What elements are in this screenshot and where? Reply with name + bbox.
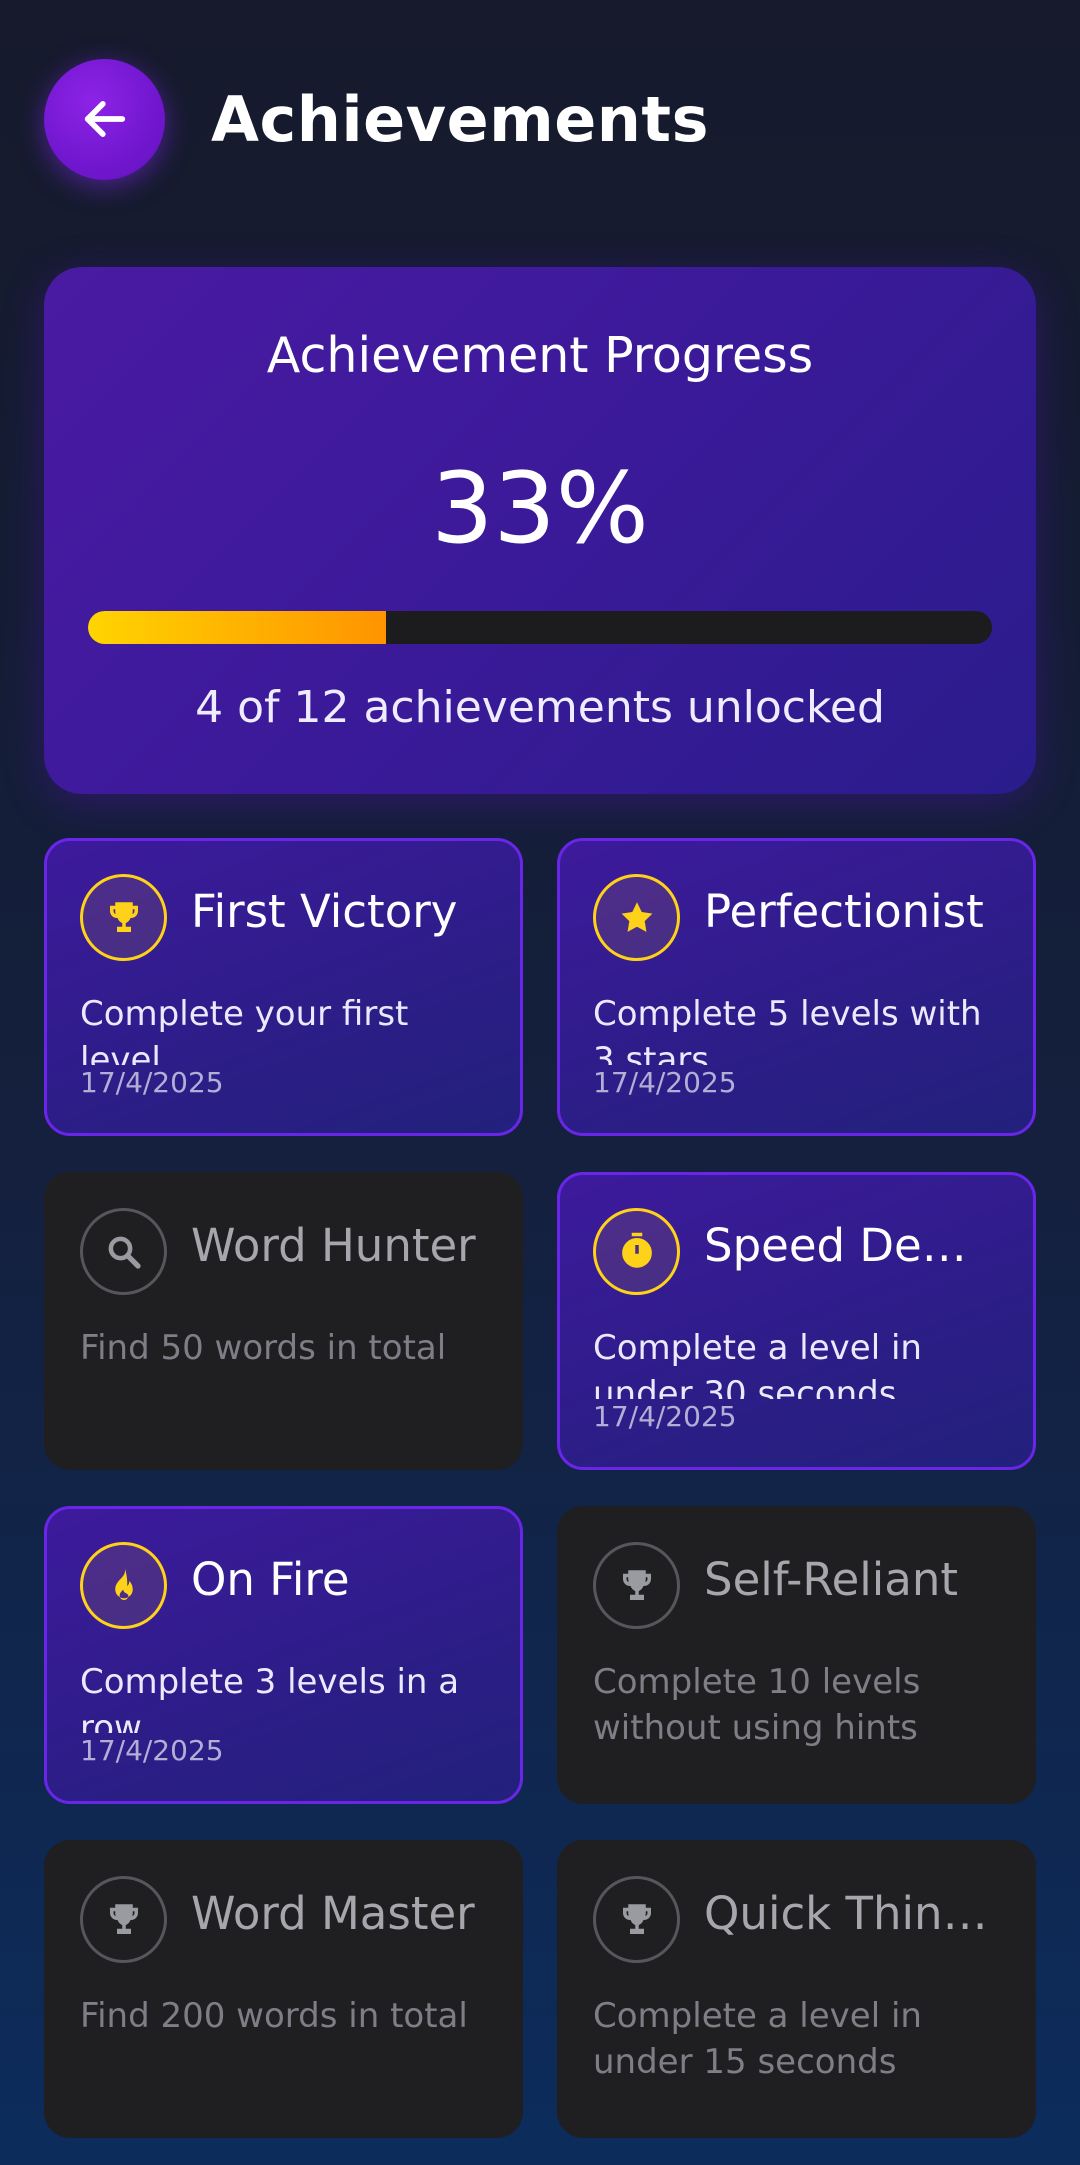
- trophy-icon: [593, 1542, 680, 1629]
- achievement-description: Complete 10 levels without using hints: [593, 1662, 921, 1748]
- achievement-card-speed-demon[interactable]: Speed Dem... Complete a level in under 3…: [557, 1172, 1036, 1470]
- star-icon: [593, 874, 680, 961]
- achievement-description: Complete a level in under 15 seconds: [593, 1996, 922, 2082]
- achievement-name: First Victory: [191, 885, 458, 938]
- achievement-name: Word Master: [191, 1887, 475, 1940]
- achievement-date: 17/4/2025: [593, 1400, 737, 1433]
- back-button[interactable]: [44, 58, 165, 180]
- achievement-name: Self-Reliant: [704, 1553, 959, 1606]
- trophy-icon: [593, 1876, 680, 1963]
- achievements-grid: First Victory Complete your first level …: [44, 838, 1036, 2138]
- flame-icon: [80, 1542, 167, 1629]
- achievement-card-self-reliant[interactable]: Self-Reliant Complete 10 levels without …: [557, 1506, 1036, 1804]
- achievement-card-word-hunter[interactable]: Word Hunter Find 50 words in total: [44, 1172, 523, 1470]
- achievement-card-quick-thinker[interactable]: Quick Think... Complete a level in under…: [557, 1840, 1036, 2138]
- achievement-card-perfectionist[interactable]: Perfectionist Complete 5 levels with 3 s…: [557, 838, 1036, 1136]
- achievement-name: Speed Dem...: [704, 1219, 1007, 1272]
- achievement-description: Complete 3 levels in a row: [80, 1662, 460, 1733]
- arrow-left-icon: [84, 101, 125, 137]
- achievement-name: On Fire: [191, 1553, 350, 1606]
- achievement-name: Word Hunter: [191, 1219, 476, 1272]
- achievement-card-on-fire[interactable]: On Fire Complete 3 levels in a row 17/4/…: [44, 1506, 523, 1804]
- trophy-icon: [80, 874, 167, 961]
- progress-percent: 33%: [431, 452, 649, 566]
- achievement-card-word-master[interactable]: Word Master Find 200 words in total: [44, 1840, 523, 2138]
- page-title: Achievements: [211, 82, 709, 156]
- trophy-icon: [80, 1876, 167, 1963]
- achievement-date: 17/4/2025: [80, 1066, 224, 1099]
- achievement-card-first-victory[interactable]: First Victory Complete your first level …: [44, 838, 523, 1136]
- stopwatch-icon: [593, 1208, 680, 1295]
- progress-title: Achievement Progress: [266, 327, 814, 384]
- app-header: Achievements: [44, 58, 709, 180]
- achievement-date: 17/4/2025: [80, 1734, 224, 1767]
- achievement-description: Find 200 words in total: [80, 1996, 468, 2036]
- achievement-description: Complete 5 levels with 3 stars: [593, 994, 982, 1065]
- achievement-description: Complete a level in under 30 seconds: [593, 1328, 922, 1399]
- achievement-name: Perfectionist: [704, 885, 984, 938]
- achievement-date: 17/4/2025: [593, 1066, 737, 1099]
- progress-bar-fill: [88, 611, 387, 644]
- progress-bar: [88, 611, 992, 644]
- achievement-description: Complete your first level: [80, 994, 409, 1065]
- search-icon: [80, 1208, 167, 1295]
- achievement-description: Find 50 words in total: [80, 1328, 447, 1368]
- progress-summary: 4 of 12 achievements unlocked: [195, 682, 885, 733]
- achievement-name: Quick Think...: [704, 1887, 1007, 1940]
- achievement-progress-card: Achievement Progress 33% 4 of 12 achieve…: [44, 267, 1036, 794]
